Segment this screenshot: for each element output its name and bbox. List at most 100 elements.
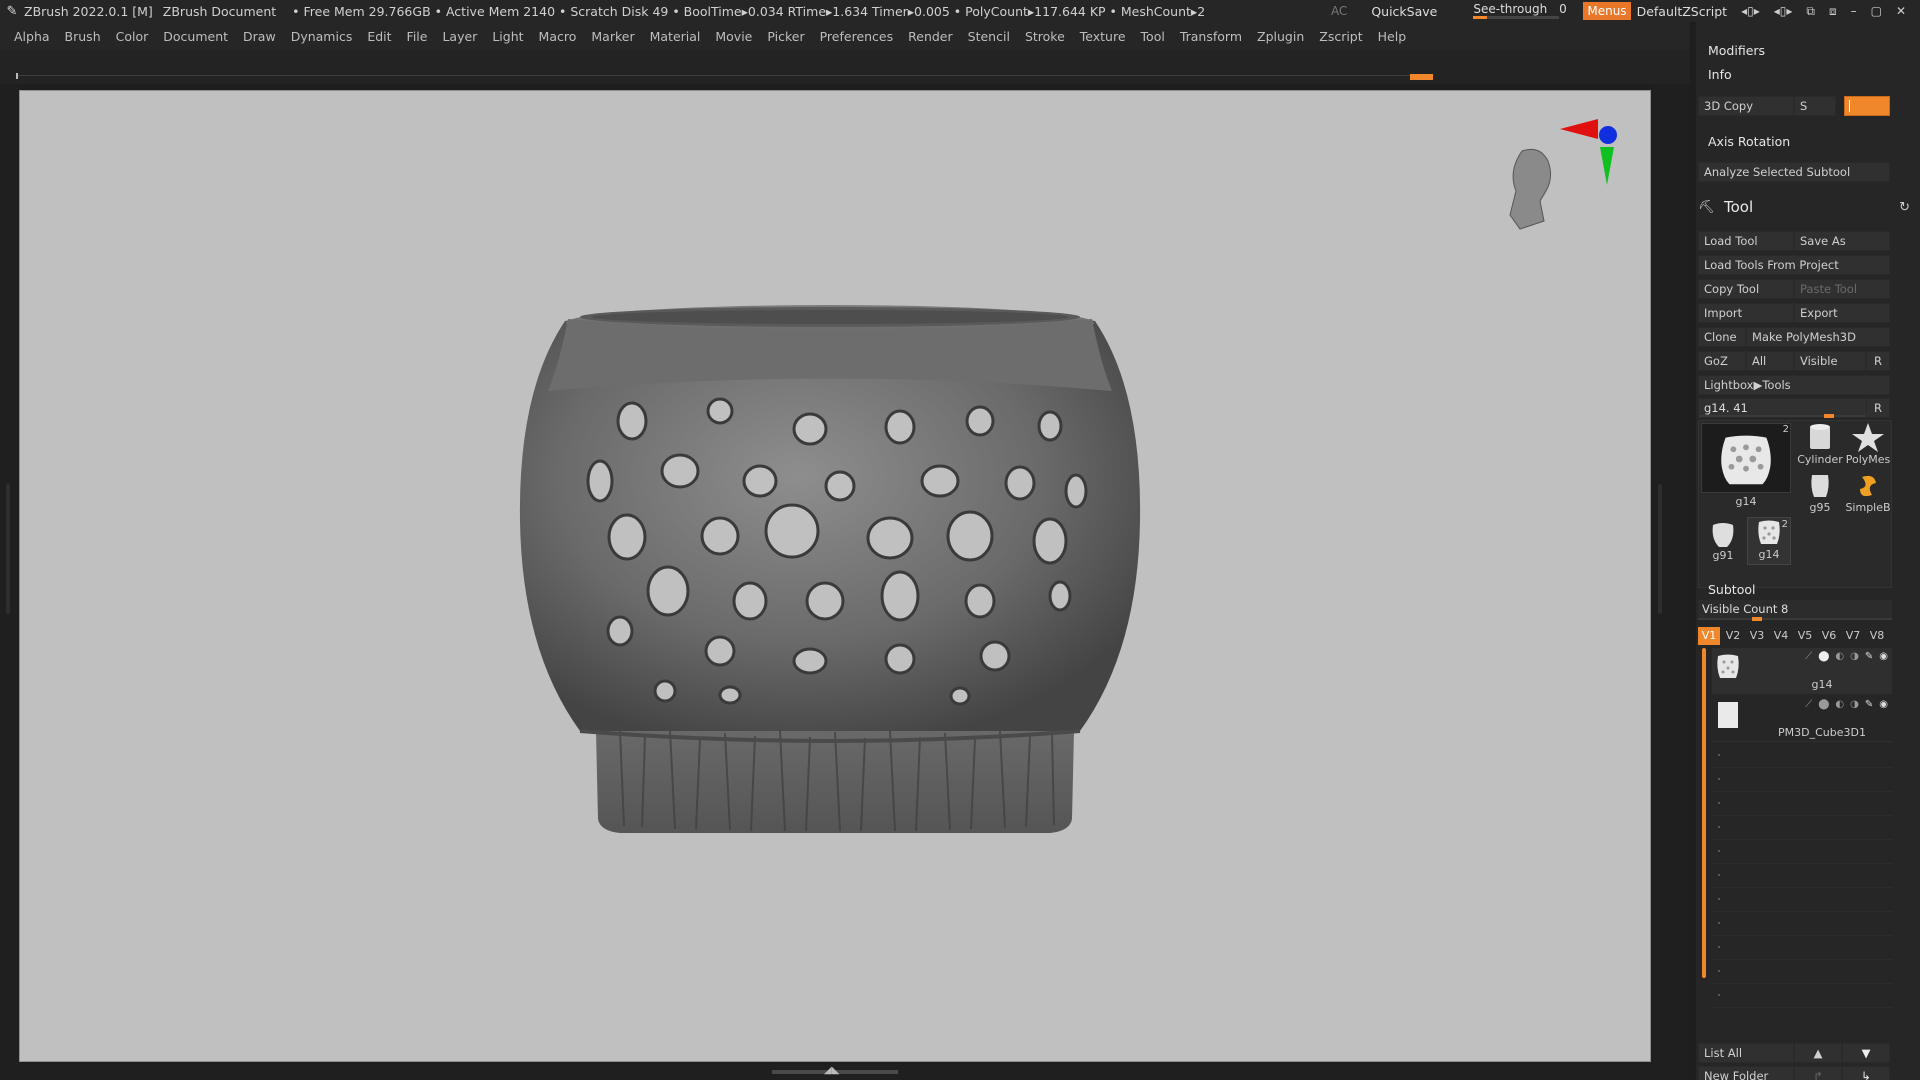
left-tray-grip[interactable] bbox=[6, 484, 10, 614]
paste-tool-button[interactable]: Paste Tool bbox=[1794, 279, 1890, 299]
menu-layer[interactable]: Layer bbox=[442, 29, 477, 44]
axis-rotation-header[interactable]: Axis Rotation bbox=[1708, 134, 1790, 149]
current-tool-r-button[interactable]: R bbox=[1866, 398, 1890, 418]
subtool-slot-empty[interactable] bbox=[1712, 984, 1892, 1008]
new-folder-button[interactable]: New Folder bbox=[1698, 1066, 1794, 1080]
vset-v1[interactable]: V1 bbox=[1698, 627, 1720, 645]
load-tool-button[interactable]: Load Tool bbox=[1698, 231, 1794, 251]
folder-move-icon[interactable]: ↳ bbox=[1842, 1066, 1890, 1080]
menu-tool[interactable]: Tool bbox=[1141, 29, 1165, 44]
tool-thumb-cylinder[interactable]: Cylinder bbox=[1797, 421, 1843, 469]
subtool-g14-eye-icon[interactable]: ◉ bbox=[1879, 651, 1888, 662]
y-axis-icon[interactable] bbox=[1600, 147, 1614, 185]
menu-stencil[interactable]: Stencil bbox=[968, 29, 1010, 44]
head-gizmo-icon[interactable] bbox=[1509, 148, 1552, 230]
subtool-slot-empty[interactable] bbox=[1712, 792, 1892, 816]
save-as-button[interactable]: Save As bbox=[1794, 231, 1890, 251]
menu-edit[interactable]: Edit bbox=[367, 29, 391, 44]
lightbox-tools-button[interactable]: Lightbox▶Tools bbox=[1698, 375, 1890, 395]
clone-button[interactable]: Clone bbox=[1698, 327, 1746, 347]
menu-light[interactable]: Light bbox=[492, 29, 523, 44]
see-through-slider[interactable]: See-through 0 bbox=[1473, 2, 1567, 20]
subtool-slot-empty[interactable] bbox=[1712, 744, 1892, 768]
vset-v3[interactable]: V3 bbox=[1746, 627, 1768, 645]
goz-visible-button[interactable]: Visible bbox=[1794, 351, 1866, 371]
subtool-slot-empty[interactable] bbox=[1712, 888, 1892, 912]
menu-help[interactable]: Help bbox=[1378, 29, 1407, 44]
subtool-cube-polypaint-icon[interactable]: ◑ bbox=[1850, 699, 1859, 710]
menu-alpha[interactable]: Alpha bbox=[14, 29, 50, 44]
menu-texture[interactable]: Texture bbox=[1080, 29, 1126, 44]
subtool-slot-empty[interactable] bbox=[1712, 936, 1892, 960]
subtool-cube-eye-icon[interactable]: ◉ bbox=[1879, 699, 1888, 710]
orientation-gizmo[interactable] bbox=[1509, 119, 1617, 230]
document-canvas[interactable] bbox=[19, 90, 1651, 1062]
subtool-slot-empty[interactable] bbox=[1712, 960, 1892, 984]
right-tray-grip[interactable] bbox=[1658, 484, 1662, 614]
import-button[interactable]: Import bbox=[1698, 303, 1794, 323]
collapse-arrows-icon[interactable]: ◢◣ bbox=[824, 1065, 839, 1076]
subtool-header[interactable]: Subtool bbox=[1708, 582, 1755, 597]
ui-layout-icon[interactable]: ⧉ bbox=[1806, 4, 1815, 19]
subtool-cube-dynamesh-icon[interactable]: ◐ bbox=[1835, 699, 1844, 710]
quicksave-button[interactable]: QuickSave bbox=[1371, 4, 1437, 19]
subtool-g14-pin-icon[interactable]: ⟋ bbox=[1805, 651, 1812, 662]
tool-thumb-simplebrush[interactable]: SimpleB bbox=[1845, 471, 1891, 517]
vset-v6[interactable]: V6 bbox=[1818, 627, 1840, 645]
analyze-subtool-button[interactable]: Analyze Selected Subtool bbox=[1698, 162, 1890, 182]
timeline-track[interactable] bbox=[16, 75, 1434, 76]
vset-v2[interactable]: V2 bbox=[1722, 627, 1744, 645]
refresh-icon[interactable]: ↻ bbox=[1899, 200, 1910, 215]
menu-file[interactable]: File bbox=[407, 29, 428, 44]
menu-draw[interactable]: Draw bbox=[243, 29, 276, 44]
timeline-marker[interactable] bbox=[1410, 74, 1433, 80]
menu-brush[interactable]: Brush bbox=[65, 29, 101, 44]
z-axis-icon[interactable] bbox=[1599, 126, 1617, 144]
sculpt-model[interactable] bbox=[519, 305, 1141, 833]
menu-material[interactable]: Material bbox=[650, 29, 701, 44]
tool-thumb-g14[interactable]: 2 g14 bbox=[1701, 423, 1791, 511]
subtool-scrollbar[interactable] bbox=[1702, 648, 1706, 978]
close-icon[interactable]: ✕ bbox=[1896, 4, 1906, 18]
vset-v7[interactable]: V7 bbox=[1842, 627, 1864, 645]
move-down-arrow-icon[interactable]: ▼ bbox=[1842, 1043, 1890, 1063]
vset-v8[interactable]: V8 bbox=[1866, 627, 1888, 645]
tool-palette-title[interactable]: ⛏ Tool bbox=[1698, 198, 1753, 216]
subtool-g14-brush-icon[interactable]: ✎ bbox=[1865, 651, 1873, 662]
make-polymesh3d-button[interactable]: Make PolyMesh3D bbox=[1746, 327, 1890, 347]
goz-button[interactable]: GoZ bbox=[1698, 351, 1746, 371]
timeline[interactable] bbox=[0, 50, 1690, 84]
menu-document[interactable]: Document bbox=[163, 29, 228, 44]
list-all-button[interactable]: List All bbox=[1698, 1043, 1794, 1063]
menu-stroke[interactable]: Stroke bbox=[1025, 29, 1065, 44]
ac-indicator[interactable]: AC bbox=[1331, 4, 1347, 18]
menu-zscript[interactable]: Zscript bbox=[1319, 29, 1362, 44]
x-axis-icon[interactable] bbox=[1560, 119, 1598, 139]
default-zscript-button[interactable]: DefaultZScript bbox=[1637, 4, 1728, 19]
subtool-g14-toggle-icon[interactable]: ⬤ bbox=[1818, 651, 1829, 662]
menu-zplugin[interactable]: Zplugin bbox=[1257, 29, 1304, 44]
subtool-cube-pin-icon[interactable]: ⟋ bbox=[1805, 699, 1812, 710]
visible-count-slider[interactable]: Visible Count 8 bbox=[1698, 600, 1892, 621]
s-button[interactable]: S bbox=[1794, 96, 1836, 116]
subtool-item-pm3d-cube[interactable]: ⟋ ⬤ ◐ ◑ ✎ ◉ PM3D_Cube3D1 bbox=[1712, 696, 1892, 742]
swap-layout-icon[interactable]: ⧈ bbox=[1829, 4, 1837, 19]
subtool-g14-dynamesh-icon[interactable]: ◐ bbox=[1835, 651, 1844, 662]
vset-v5[interactable]: V5 bbox=[1794, 627, 1816, 645]
menu-preferences[interactable]: Preferences bbox=[820, 29, 894, 44]
palette-scrollbar[interactable] bbox=[1690, 22, 1696, 1080]
subtool-slot-empty[interactable] bbox=[1712, 816, 1892, 840]
goz-r-button[interactable]: R bbox=[1866, 351, 1890, 371]
subtool-g14-polypaint-icon[interactable]: ◑ bbox=[1850, 651, 1859, 662]
load-tools-from-project-button[interactable]: Load Tools From Project bbox=[1698, 255, 1890, 275]
move-up-arrow-icon[interactable]: ▲ bbox=[1794, 1043, 1842, 1063]
menu-transform[interactable]: Transform bbox=[1180, 29, 1242, 44]
layout-left-icon[interactable]: ◂▯▸ bbox=[1741, 4, 1760, 18]
copy3d-button[interactable]: 3D Copy bbox=[1698, 96, 1794, 116]
tool-thumb-g14-alt[interactable]: 2 g14 bbox=[1747, 517, 1791, 565]
menu-render[interactable]: Render bbox=[908, 29, 953, 44]
menu-dynamics[interactable]: Dynamics bbox=[291, 29, 353, 44]
tool-thumb-g91[interactable]: g91 bbox=[1701, 519, 1745, 565]
tool-thumb-g95[interactable]: g95 bbox=[1797, 471, 1843, 517]
info-header[interactable]: Info bbox=[1708, 67, 1732, 82]
